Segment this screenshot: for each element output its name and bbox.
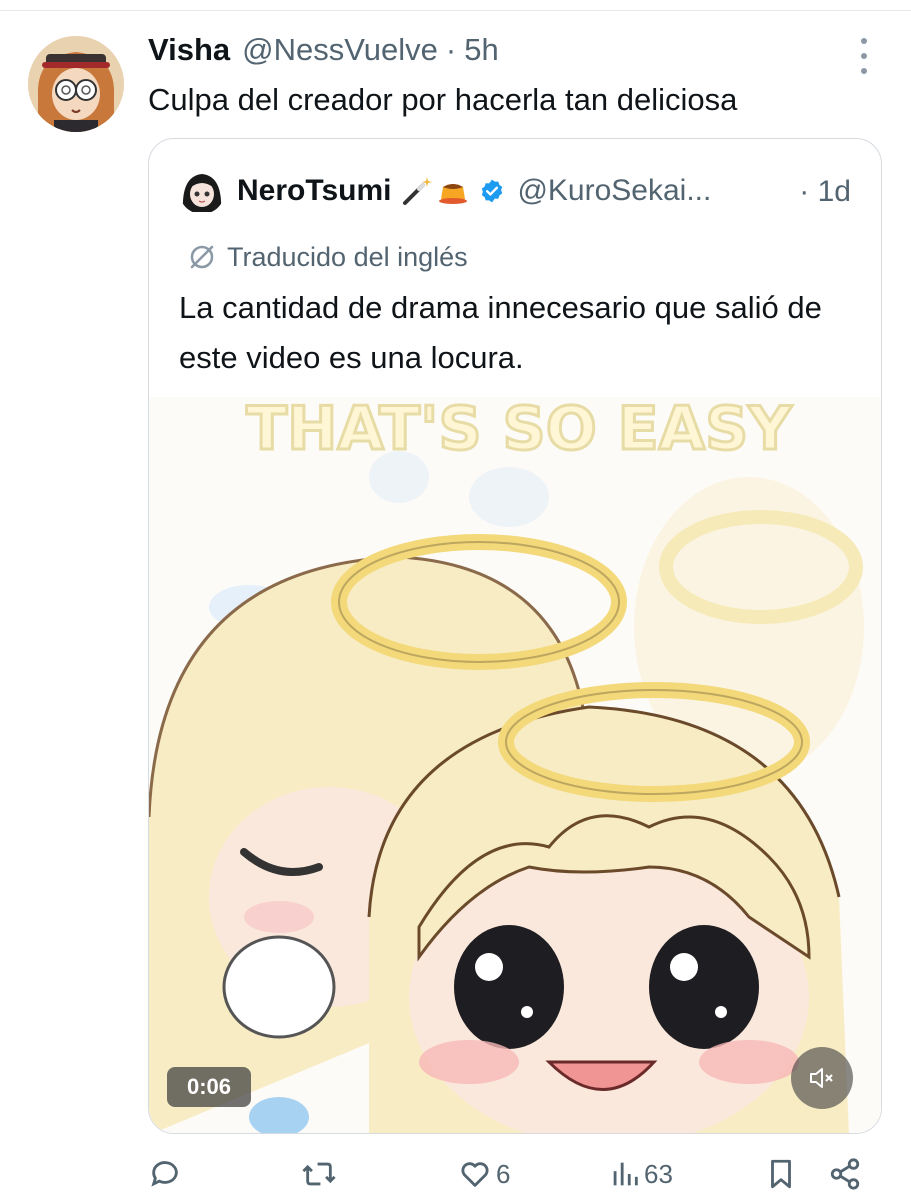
repost-icon <box>302 1162 336 1186</box>
translate-icon <box>190 245 214 269</box>
video-media[interactable]: THAT'S SO EASY 0:06 <box>149 397 881 1133</box>
views-count: 63 <box>644 1158 673 1189</box>
quote-author-handle[interactable]: @KuroSekai... <box>517 174 711 208</box>
like-count: 6 <box>496 1158 511 1189</box>
quoted-tweet-card[interactable]: NeroTsumi 🪄🍮 @KuroSekai... · 1d Tra <box>148 138 882 1134</box>
like-button[interactable]: 6 <box>458 1152 510 1196</box>
bookmark-button[interactable] <box>766 1152 796 1196</box>
author-avatar[interactable] <box>28 36 124 132</box>
bookmark-icon <box>771 1159 791 1189</box>
author-display-name[interactable]: Visha <box>148 32 230 68</box>
quote-time[interactable]: · 1d <box>799 175 851 209</box>
name-emojis: 🪄🍮 <box>401 175 469 207</box>
tweet-header: Visha @NessVuelve · 5h <box>148 32 499 72</box>
video-overlay-text: THAT'S SO EASY <box>246 397 793 464</box>
flan-icon <box>439 184 468 204</box>
magic-wand-icon <box>403 177 433 205</box>
author-handle[interactable]: @NessVuelve <box>242 32 438 68</box>
share-button[interactable] <box>828 1152 862 1196</box>
tweet-action-bar: 6 63 <box>148 1152 868 1196</box>
quote-header: NeroTsumi 🪄🍮 @KuroSekai... <box>179 167 711 215</box>
share-icon <box>830 1158 860 1190</box>
dot-icon <box>861 38 867 44</box>
views-button[interactable]: 63 <box>610 1152 673 1196</box>
video-thumbnail: THAT'S SO EASY <box>149 397 881 1133</box>
speaker-muted-icon <box>810 1068 833 1088</box>
tweet-text: Culpa del creador por hacerla tan delici… <box>148 82 738 117</box>
mute-button[interactable] <box>791 1047 853 1109</box>
views-chart-icon <box>613 1162 638 1186</box>
dot-icon <box>861 68 867 74</box>
top-divider <box>0 10 911 11</box>
heart-icon <box>461 1162 489 1187</box>
repost-button[interactable] <box>300 1152 338 1196</box>
quote-text: La cantidad de drama innecesario que sal… <box>179 290 822 375</box>
quote-author-display-name[interactable]: NeroTsumi <box>237 174 391 208</box>
verified-badge-icon <box>482 179 503 203</box>
translated-text: Traducido del inglés <box>227 241 468 272</box>
reply-button[interactable] <box>148 1152 182 1196</box>
separator-dot: · <box>445 32 457 67</box>
video-duration-badge: 0:06 <box>167 1067 251 1107</box>
dot-icon <box>861 53 867 59</box>
tweet-time[interactable]: 5h <box>464 32 498 68</box>
quote-author-avatar[interactable] <box>179 168 225 214</box>
reply-icon <box>151 1161 178 1187</box>
more-options-button[interactable] <box>852 38 876 74</box>
translated-label[interactable]: Traducido del inglés <box>187 239 468 275</box>
